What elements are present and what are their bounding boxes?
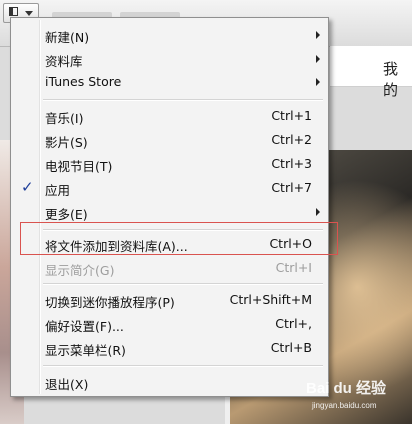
menu-item-label: 电视节目(T) [45,159,113,174]
menu-item-library[interactable]: 资料库 [13,47,326,71]
menu-item-shortcut: Ctrl+1 [271,108,312,123]
menu-item-label: 显示菜单栏(R) [45,343,126,358]
menu-item-more[interactable]: 更多(E) [13,200,326,224]
menu-separator [43,365,323,367]
menu-item-mini-player[interactable]: 切换到迷你播放程序(P) Ctrl+Shift+M [13,288,326,312]
watermark-url: jingyan.baidu.com [312,401,377,410]
menu-item-label: iTunes Store [45,74,122,89]
watermark-logo: Bai du 经验 [306,380,387,397]
menu-item-label: 资料库 [45,54,83,69]
menu-item-shortcut: Ctrl+7 [271,180,312,195]
menu-item-preferences[interactable]: 偏好设置(F)... Ctrl+, [13,312,326,336]
menu-item-label: 音乐(I) [45,111,84,126]
header-title: 我的 [383,60,399,99]
window-icon [9,7,18,16]
menu-item-shortcut: Ctrl+3 [271,156,312,171]
menu-item-music[interactable]: 音乐(I) Ctrl+1 [13,104,326,128]
submenu-arrow-icon [316,208,320,216]
menu-item-itunes-store[interactable]: iTunes Store [13,70,326,94]
menu-item-new[interactable]: 新建(N) [13,23,326,47]
menu-item-label: 退出(X) [45,377,89,392]
menu-item-label: 更多(E) [45,207,88,222]
submenu-arrow-icon [316,55,320,63]
menu-item-label: 新建(N) [45,30,90,45]
menu-item-get-info: 显示简介(G) Ctrl+I [13,256,326,280]
submenu-arrow-icon [316,31,320,39]
menu-item-exit[interactable]: 退出(X) [13,370,326,394]
menu-item-shortcut: Ctrl+I [275,260,312,275]
menu-item-label: 显示简介(G) [45,263,115,278]
menu-item-label: 切换到迷你播放程序(P) [45,295,175,310]
menu-item-label: 影片(S) [45,135,88,150]
menu-item-shortcut: Ctrl+Shift+M [229,292,312,307]
menu-separator [43,283,323,285]
menu-item-label: 应用 [45,183,71,198]
highlight-annotation-box [20,222,338,255]
menu-item-shortcut: Ctrl+2 [271,132,312,147]
menu-item-shortcut: Ctrl+B [270,340,312,355]
menu-item-tv-shows[interactable]: 电视节目(T) Ctrl+3 [13,152,326,176]
menu-item-apps[interactable]: ✓ 应用 Ctrl+7 [13,176,326,200]
checkmark-icon: ✓ [21,178,34,196]
menu-item-shortcut: Ctrl+, [275,316,312,331]
main-menu: 新建(N) 资料库 iTunes Store 音乐(I) Ctrl+1 影片(S… [10,17,329,397]
submenu-arrow-icon [316,78,320,86]
chevron-down-icon [25,11,33,16]
menu-item-movies[interactable]: 影片(S) Ctrl+2 [13,128,326,152]
menu-item-show-menu-bar[interactable]: 显示菜单栏(R) Ctrl+B [13,336,326,360]
watermark: Bai du 经验 jingyan.baidu.com [300,377,412,424]
menu-separator [43,99,323,101]
menu-item-label: 偏好设置(F)... [45,319,124,334]
